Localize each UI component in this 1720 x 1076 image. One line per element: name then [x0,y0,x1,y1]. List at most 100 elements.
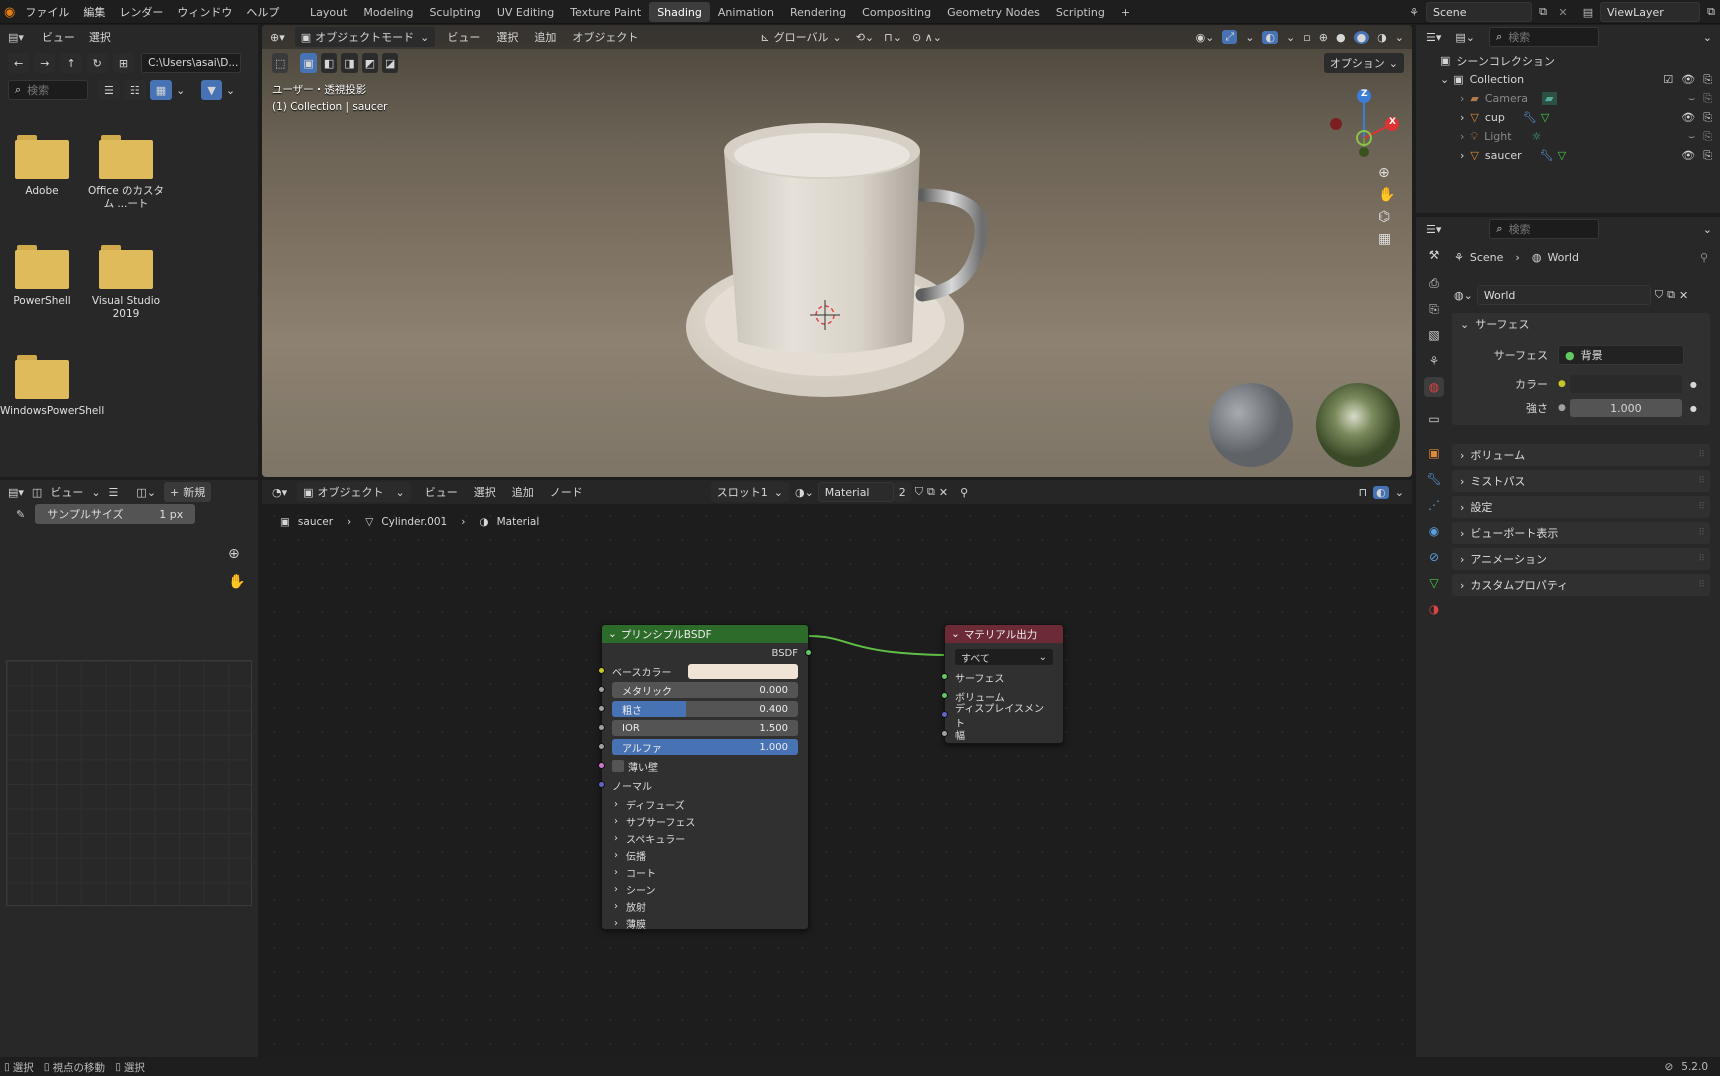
shader-node-editor[interactable]: ◔▾ ▣ オブジェクト ⌄ ビュー 選択 追加 ノード スロット1 ⌄ ◑⌄ M… [262,480,1412,1057]
expand-chevron-icon[interactable]: › [1460,130,1464,143]
folder-powershell[interactable]: PowerShell [0,245,84,308]
principled-bsdf-node[interactable]: ⌄ プリンシプルBSDF BSDF ベースカラー メタリック 0.000 粗さ … [598,624,812,931]
settings-section[interactable]: › 設定 ⠿ [1452,496,1710,518]
particles-tab-icon[interactable]: ⋰ [1424,495,1444,515]
chevron-down-icon[interactable]: ⌄ [176,84,185,97]
tab-scripting[interactable]: Scripting [1048,2,1113,22]
camera-render-icon[interactable]: ⎘ [1703,130,1712,144]
menu-help[interactable]: ヘルプ [246,4,279,20]
color-swatch[interactable] [1569,375,1682,393]
collapse-chevron-icon[interactable]: ⌄ [951,628,960,640]
subpanel-transmission[interactable]: › 伝播 [614,847,646,863]
new-scene-icon[interactable]: ⧉ [1532,5,1554,19]
outliner-item-light[interactable]: › 💡︎ Light ☼ ⌣ ⎘ [1416,127,1720,146]
collection-tab-icon[interactable]: ▭ [1424,409,1444,429]
exclude-checkbox-icon[interactable]: ☑ [1663,73,1673,87]
properties-search-input[interactable]: ⌕ 検索 [1489,219,1600,239]
expand-chevron-icon[interactable]: ⌄ [1440,73,1449,86]
hamburger-icon[interactable]: ☰ [109,486,119,499]
tab-shading[interactable]: Shading [649,2,710,22]
ortho-grid-icon[interactable]: ▦ [1378,231,1395,247]
tab-uv-editing[interactable]: UV Editing [489,2,562,22]
camera-render-icon[interactable]: ⎘ [1703,111,1712,125]
output-target-dropdown[interactable]: すべて ⌄ [955,649,1053,665]
custom-properties-section[interactable]: › カスタムプロパティ ⠿ [1452,574,1710,596]
folder-office[interactable]: Office のカスタム ...ート [84,135,168,211]
tool-tab-icon[interactable]: ⚒ [1424,245,1444,265]
drag-grip-icon[interactable]: ⠿ [1698,476,1705,486]
collapse-chevron-icon[interactable]: ⌄ [608,628,617,640]
metallic-slider[interactable]: メタリック 0.000 [612,682,798,698]
world-name-field[interactable]: World [1476,285,1651,305]
scene-tab-icon[interactable]: ⚘ [1424,351,1444,371]
collection-row[interactable]: ⌄ ▣ Collection ☑ 👁 ⎘ [1416,70,1720,89]
physics-tab-icon[interactable]: ◉ [1424,521,1444,541]
camera-view-icon[interactable]: ⌬ [1378,209,1395,225]
thumbnail-view-icon[interactable]: ▦ [149,80,173,100]
fake-user-shield-icon[interactable]: ⛉ [1655,288,1663,302]
subpanel-coat[interactable]: › コート [614,864,656,880]
expand-chevron-icon[interactable]: › [1460,149,1464,162]
world-browse-icon[interactable]: ◍⌄ [1454,289,1473,302]
alpha-socket[interactable] [598,743,605,750]
ie-editor-type-icon[interactable]: ▤▾ [8,486,24,499]
eye-icon[interactable]: 👁 [1681,73,1695,87]
back-icon[interactable]: ← [8,53,30,73]
unlink-world-icon[interactable]: ✕ [1679,289,1688,302]
image-browse-icon[interactable]: ◫⌄ [136,486,156,499]
ie-zoom-icon[interactable]: ⊕ [228,546,240,562]
constraints-tab-icon[interactable]: ⊘ [1424,547,1444,567]
drag-grip-icon[interactable]: ⠿ [1698,554,1705,564]
keyframe-dot-icon[interactable]: ● [1690,404,1697,413]
outliner-item-saucer[interactable]: › ▽ saucer 🔧︎ ▽ 👁 ⎘ [1416,146,1720,165]
file-search-input[interactable]: ⌕ 検索 [8,80,88,100]
subpanel-specular[interactable]: › スペキュラー [614,830,685,846]
world-tab-icon[interactable]: ◍ [1424,377,1444,397]
alpha-slider[interactable]: アルファ 1.000 [612,739,798,755]
object-tab-icon[interactable]: ▣ [1424,443,1444,463]
render-tab-icon[interactable]: ⎙ [1424,273,1444,293]
tab-animation[interactable]: Animation [710,2,782,22]
outliner-editor-type-icon[interactable]: ☰▾ [1426,31,1441,44]
width-input-socket[interactable] [941,730,948,737]
menu-edit[interactable]: 編集 [83,4,105,20]
bsdf-node-header[interactable]: ⌄ プリンシプルBSDF [602,625,808,643]
folder-adobe[interactable]: Adobe [0,135,84,198]
modifier-tab-icon[interactable]: 🔧︎ [1424,469,1444,489]
delete-scene-icon[interactable]: ✕ [1554,6,1572,19]
ior-socket[interactable] [598,724,605,731]
bsdf-output-socket[interactable] [805,649,812,656]
new-image-button[interactable]: + 新規 [164,482,212,502]
ie-mode-icon[interactable]: ◫ [32,486,42,499]
properties-editor-type-icon[interactable]: ☰▾ [1426,223,1441,236]
eyedropper-icon[interactable]: ✎ [16,508,25,521]
outliner-item-cup[interactable]: › ▽ cup 🔧︎ ▽ 👁 ⎘ [1416,108,1720,127]
strength-field[interactable]: 1.000 [1569,399,1682,417]
material-tab-icon[interactable]: ◑ [1424,599,1444,619]
list-view-icon[interactable]: ☰ [98,80,120,100]
pin-icon[interactable]: ⚲ [1700,251,1708,264]
tab-rendering[interactable]: Rendering [782,2,854,22]
mist-pass-section[interactable]: › ミストパス ⠿ [1452,470,1710,492]
chevron-down-icon[interactable]: ⌄ [1703,223,1712,236]
fb-menu-select[interactable]: 選択 [89,29,111,45]
roughness-slider[interactable]: 粗さ 0.400 [612,701,798,717]
volume-section[interactable]: › ボリューム ⠿ [1452,444,1710,466]
sample-size-field[interactable]: サンプルサイズ 1 px [35,504,196,524]
path-field[interactable]: C:\Users\asai\D... [141,53,242,73]
subpanel-thin-film[interactable]: › 薄膜 [614,915,646,931]
scene-selector[interactable]: ⚘ Scene ⧉ ✕ [1402,2,1572,22]
expand-chevron-icon[interactable]: › [1460,111,1464,124]
tab-modeling[interactable]: Modeling [355,2,421,22]
subpanel-subsurface[interactable]: › サブサーフェス [614,813,695,829]
new-folder-icon[interactable]: ⊞ [112,53,135,73]
view-layer-field[interactable]: ViewLayer [1600,2,1700,22]
editor-type-icon[interactable]: ▤▾ [8,31,24,44]
viewport-display-section[interactable]: › ビューポート表示 ⠿ [1452,522,1710,544]
filter-chevron-icon[interactable]: ⌄ [1703,31,1712,44]
output-node-header[interactable]: ⌄ マテリアル出力 [945,625,1063,643]
view-layer-tab-icon[interactable]: ▧ [1424,325,1444,345]
drag-grip-icon[interactable]: ⠿ [1698,502,1705,512]
material-output-node[interactable]: ⌄ マテリアル出力 すべて ⌄ サーフェス ボリューム ディスプレイスメント 幅 [941,624,1064,744]
eye-icon[interactable]: 👁 [1681,149,1695,163]
